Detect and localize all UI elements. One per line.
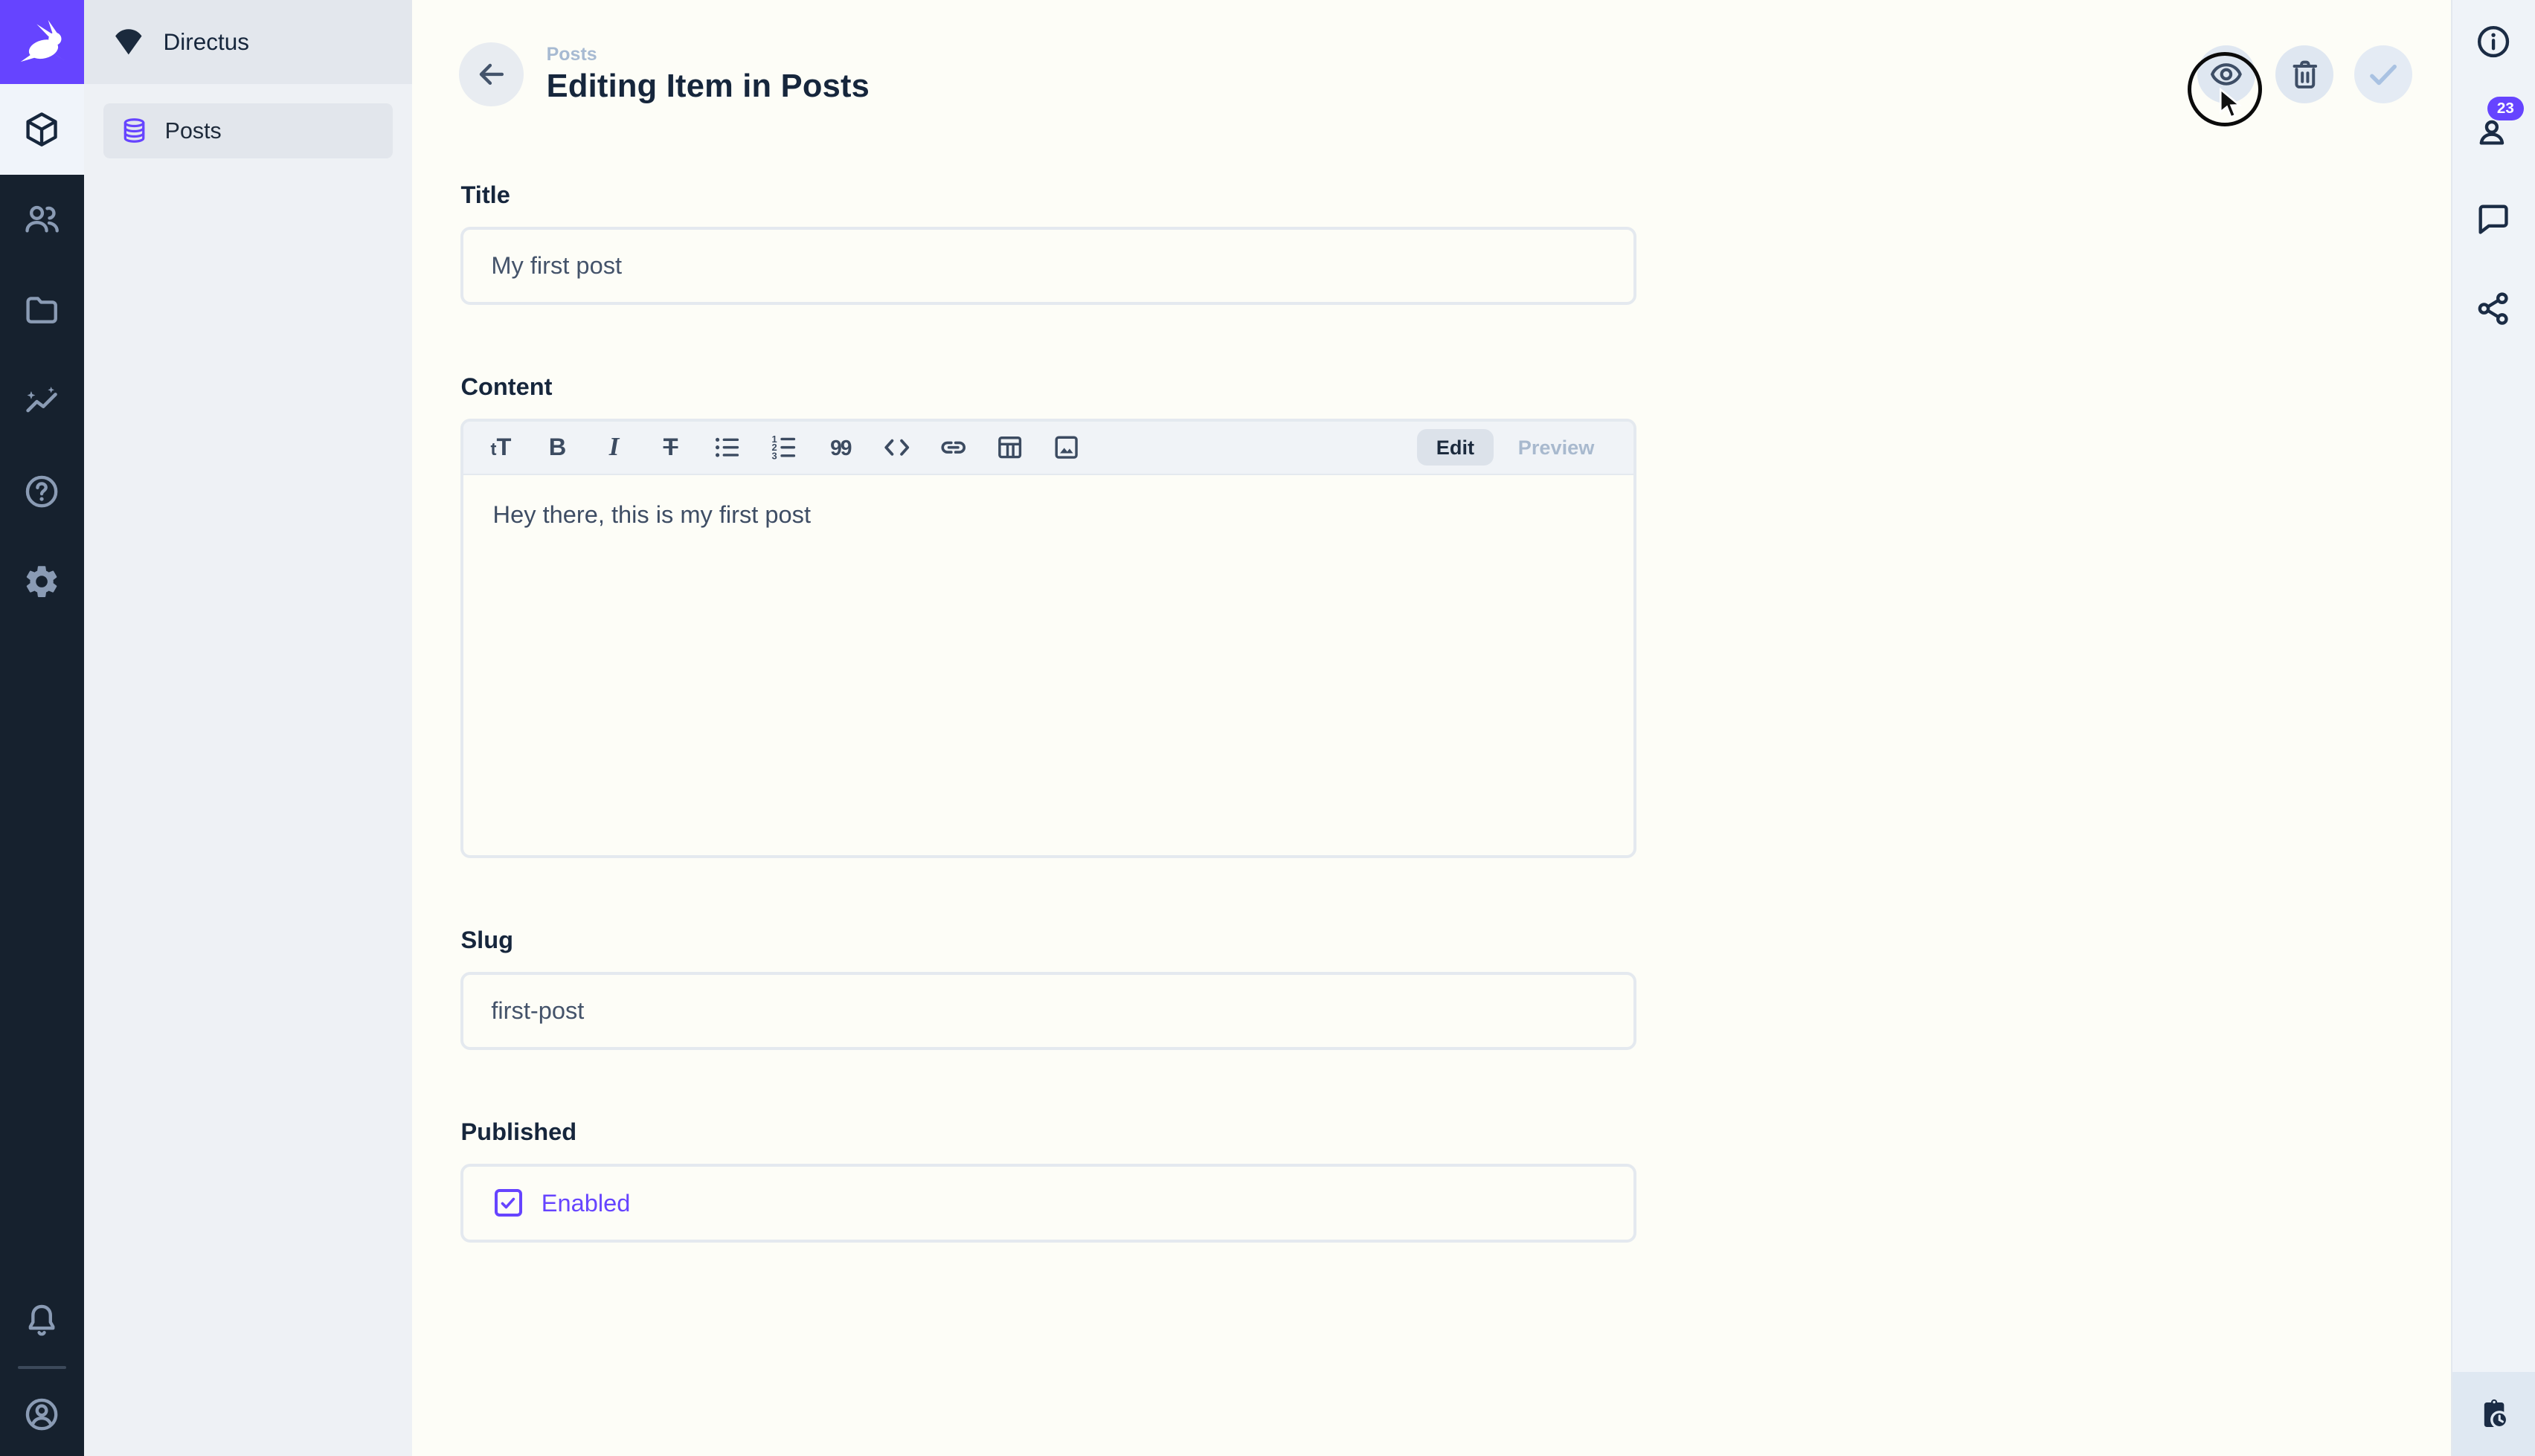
revisions-button[interactable]: 23 bbox=[2474, 112, 2513, 150]
page-title: Editing Item in Posts bbox=[547, 68, 870, 105]
field-slug-label: Slug bbox=[460, 926, 1636, 954]
main-content: Posts Editing Item in Posts bbox=[412, 0, 2451, 1456]
clipboard-clock-icon bbox=[2475, 1395, 2513, 1434]
account-circle-icon bbox=[22, 1395, 61, 1434]
content-textarea[interactable]: Hey there, this is my first post bbox=[463, 475, 1633, 855]
header-actions bbox=[2197, 45, 2412, 103]
module-user-directory[interactable] bbox=[0, 175, 84, 265]
field-content-label: Content bbox=[460, 373, 1636, 401]
nav-sidebar: Directus Posts bbox=[84, 0, 412, 1456]
comments-button[interactable] bbox=[2474, 200, 2513, 239]
database-icon bbox=[120, 116, 149, 145]
editor-mode-tabs: Edit Preview bbox=[1417, 429, 1617, 466]
field-content: Content tT B I T bbox=[460, 373, 1636, 858]
page-header: Posts Editing Item in Posts bbox=[412, 0, 2451, 106]
title-block: Posts Editing Item in Posts bbox=[547, 44, 870, 105]
svg-text:3: 3 bbox=[771, 450, 777, 461]
field-slug: Slug bbox=[460, 926, 1636, 1049]
nav-item-posts[interactable]: Posts bbox=[103, 103, 393, 158]
back-button[interactable] bbox=[459, 42, 524, 107]
comment-icon bbox=[2474, 200, 2513, 239]
bell-icon bbox=[22, 1301, 61, 1340]
field-published: Published Enabled bbox=[460, 1118, 1636, 1243]
markdown-editor: tT B I T bbox=[460, 419, 1636, 858]
module-documentation[interactable] bbox=[0, 446, 84, 537]
help-icon bbox=[22, 472, 61, 511]
code-icon[interactable] bbox=[876, 426, 919, 468]
field-title: Title bbox=[460, 181, 1636, 304]
numbered-list-icon[interactable]: 1 2 3 bbox=[762, 426, 805, 468]
image-icon[interactable] bbox=[1046, 426, 1088, 468]
tab-edit[interactable]: Edit bbox=[1417, 429, 1494, 466]
users-icon bbox=[22, 200, 61, 239]
bold-icon[interactable]: B bbox=[536, 426, 579, 468]
arrow-left-icon bbox=[474, 57, 510, 92]
breadcrumb[interactable]: Posts bbox=[547, 44, 870, 65]
directus-app: Directus Posts bbox=[0, 0, 2535, 1456]
module-insights[interactable] bbox=[0, 355, 84, 446]
editor-toolbar: tT B I T bbox=[463, 422, 1633, 475]
field-title-label: Title bbox=[460, 181, 1636, 209]
italic-icon[interactable]: I bbox=[593, 426, 635, 468]
insights-icon bbox=[22, 381, 61, 420]
title-input[interactable] bbox=[460, 227, 1636, 304]
module-bar bbox=[0, 0, 84, 1456]
tab-preview[interactable]: Preview bbox=[1499, 429, 1614, 466]
strikethrough-icon[interactable]: T bbox=[649, 426, 692, 468]
fan-icon bbox=[112, 28, 146, 57]
info-icon bbox=[2474, 22, 2513, 61]
check-icon bbox=[2364, 55, 2403, 94]
item-form: Title Content tT B I bbox=[412, 181, 1636, 1243]
account-button[interactable] bbox=[0, 1372, 84, 1456]
save-item-button[interactable] bbox=[2354, 45, 2412, 103]
nav-item-label: Posts bbox=[165, 118, 222, 144]
right-sidebar: 23 bbox=[2451, 0, 2535, 1456]
slug-input[interactable] bbox=[460, 972, 1636, 1049]
module-bar-divider bbox=[18, 1366, 66, 1369]
notification-count-badge: 23 bbox=[2487, 97, 2524, 120]
share-button[interactable] bbox=[2474, 289, 2513, 328]
module-settings[interactable] bbox=[0, 537, 84, 628]
gear-icon bbox=[22, 562, 61, 601]
project-name: Directus bbox=[164, 28, 250, 56]
share-icon bbox=[2474, 289, 2513, 328]
table-icon[interactable] bbox=[989, 426, 1032, 468]
link-icon[interactable] bbox=[933, 426, 975, 468]
format-size-icon[interactable]: tT bbox=[480, 426, 522, 468]
box-icon bbox=[22, 110, 61, 149]
checkbox-checked-icon[interactable] bbox=[495, 1189, 522, 1217]
module-content[interactable] bbox=[0, 84, 84, 175]
quote-icon[interactable]: 99 bbox=[819, 426, 861, 468]
module-file-library[interactable] bbox=[0, 265, 84, 355]
published-toggle[interactable]: Enabled bbox=[460, 1164, 1636, 1243]
delete-item-button[interactable] bbox=[2275, 45, 2333, 103]
bulleted-list-icon[interactable] bbox=[706, 426, 748, 468]
sidebar-toggle-button[interactable] bbox=[2452, 1372, 2535, 1456]
project-chooser[interactable]: Directus bbox=[84, 0, 412, 84]
published-checkbox-label: Enabled bbox=[542, 1189, 631, 1217]
info-button[interactable] bbox=[2474, 22, 2513, 61]
directus-logo-button[interactable] bbox=[0, 0, 84, 84]
directus-rabbit-icon bbox=[15, 15, 70, 70]
preview-item-button[interactable] bbox=[2197, 45, 2255, 103]
folder-icon bbox=[22, 291, 61, 329]
field-published-label: Published bbox=[460, 1118, 1636, 1146]
eye-icon bbox=[2208, 57, 2244, 92]
trash-icon bbox=[2288, 57, 2322, 91]
notifications-button[interactable] bbox=[0, 1278, 84, 1362]
